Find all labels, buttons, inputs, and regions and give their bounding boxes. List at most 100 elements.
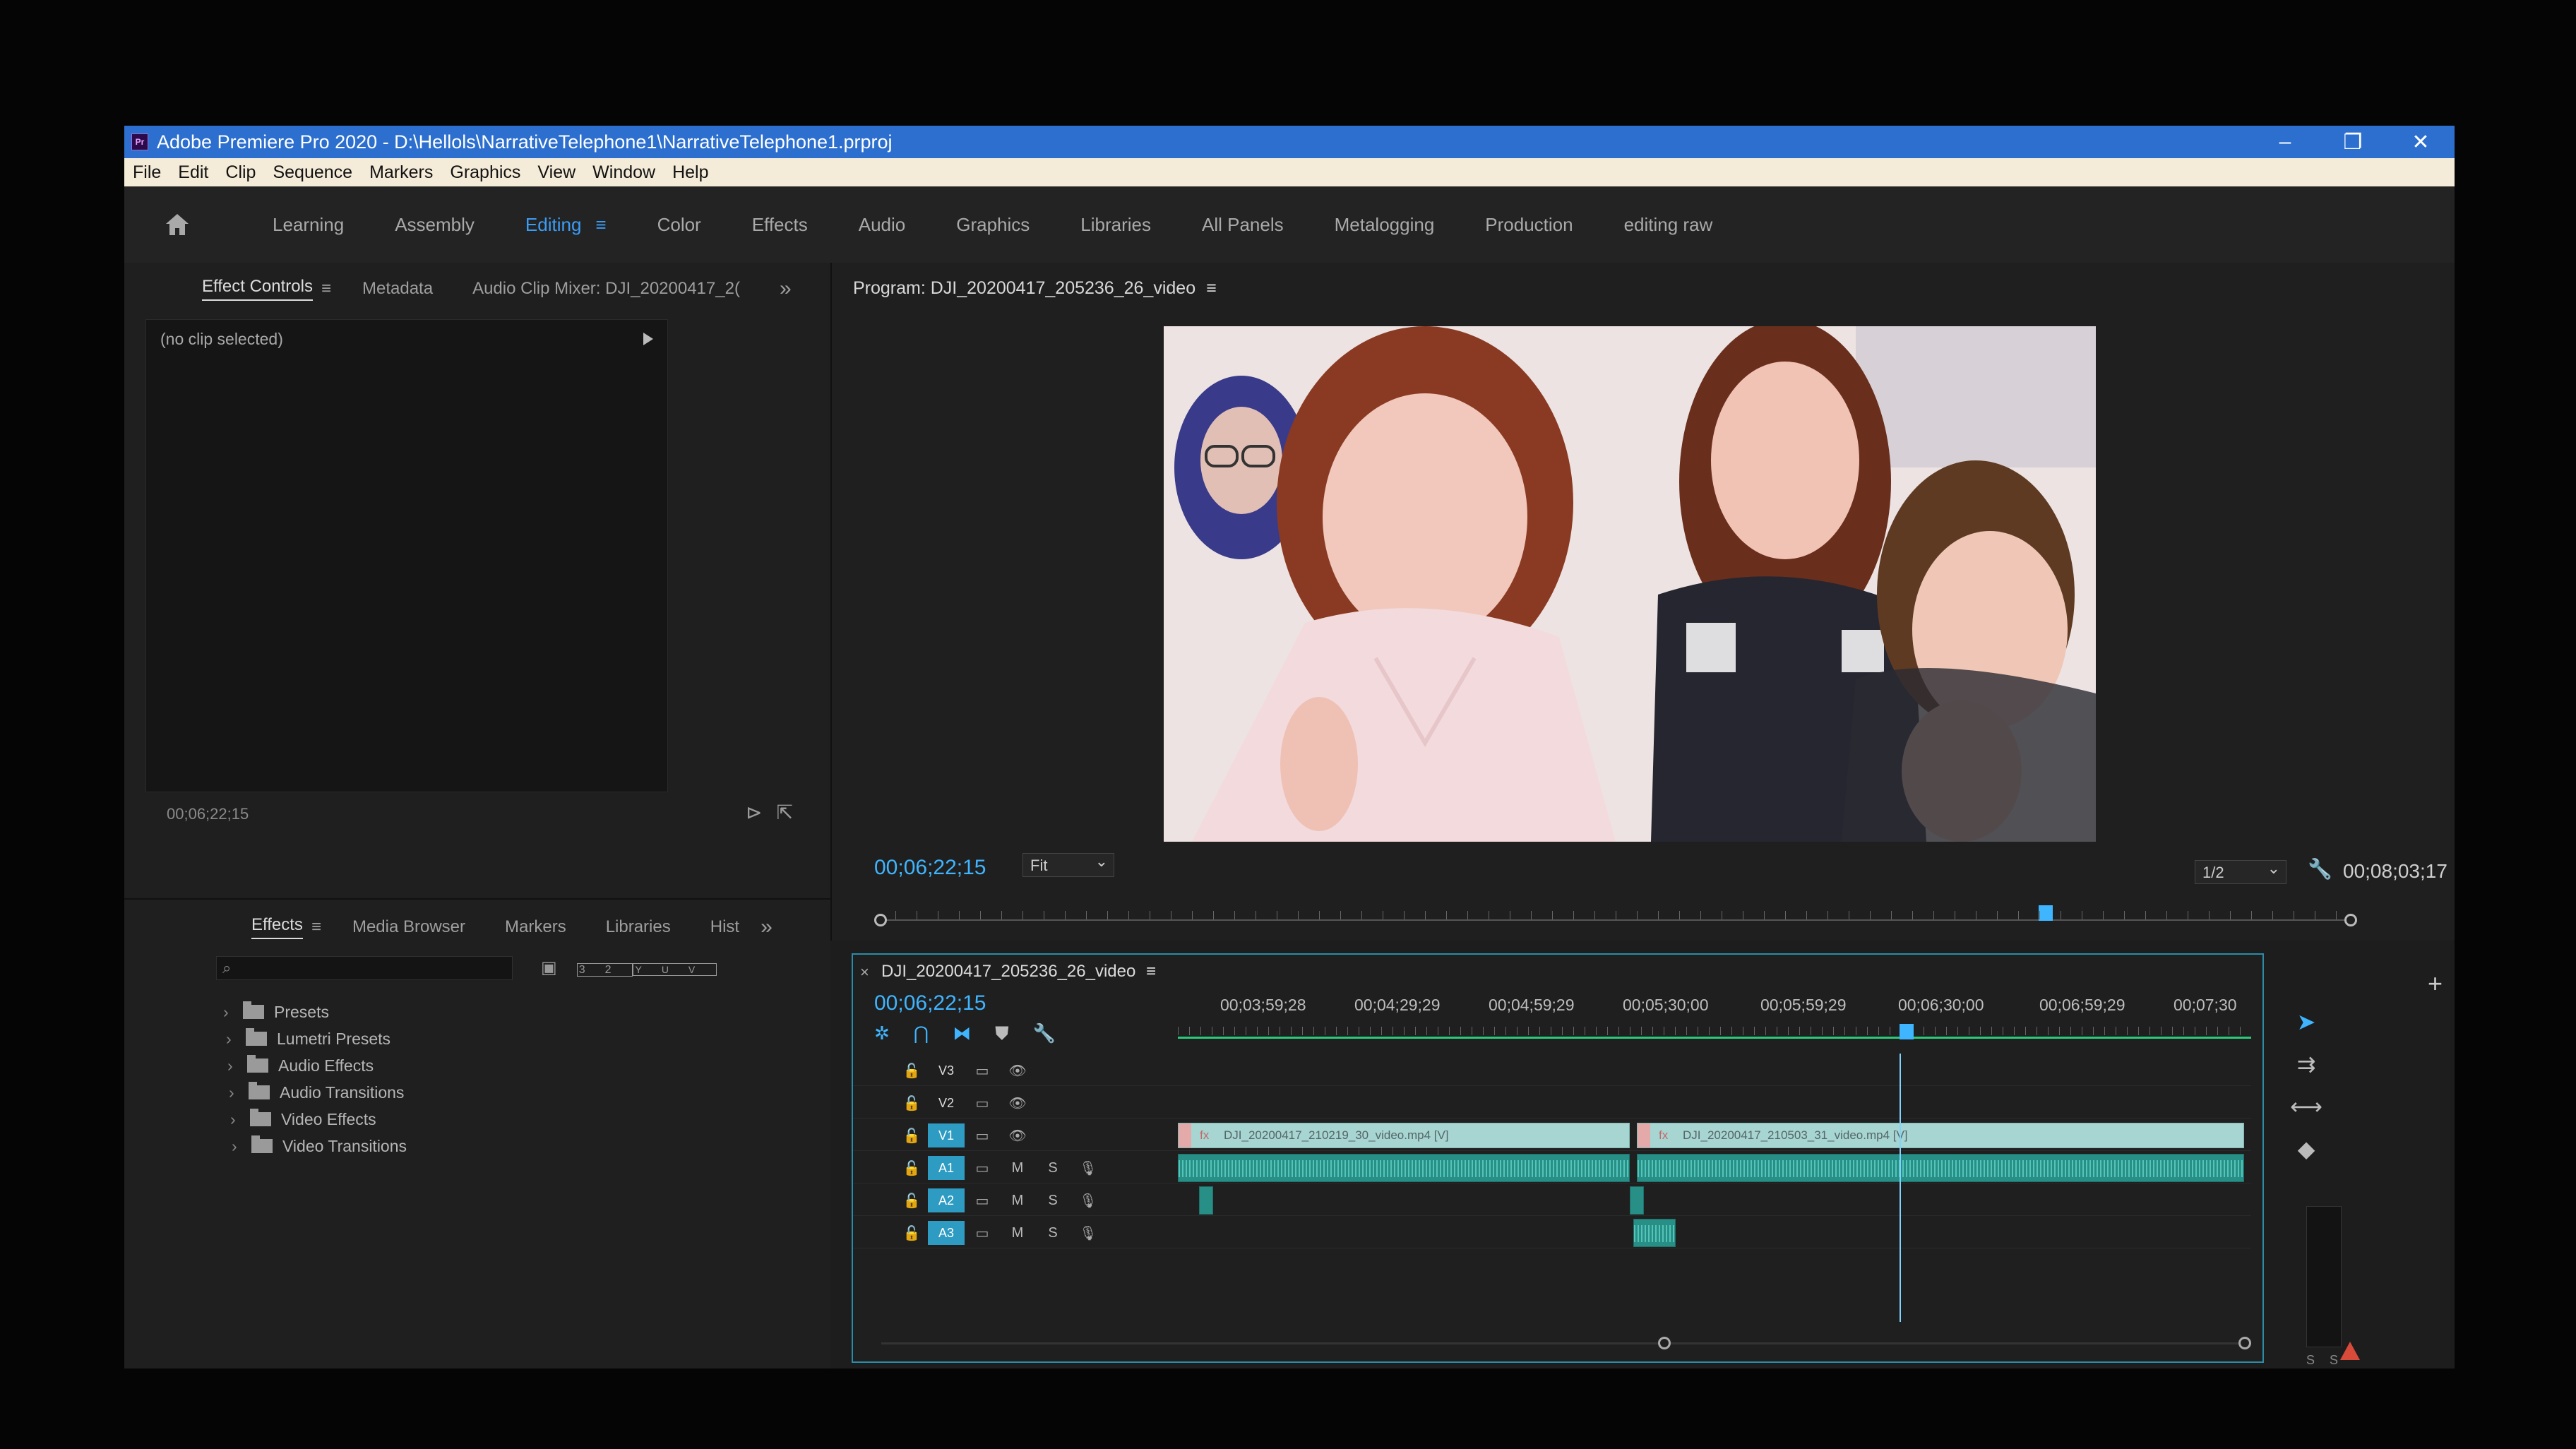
timeline-settings-icon[interactable]: 🔧 — [1033, 1022, 1080, 1044]
track-name[interactable]: V3 — [928, 1059, 965, 1083]
track-name[interactable]: V1 — [928, 1123, 965, 1147]
program-menu-icon[interactable]: ≡ — [1206, 278, 1217, 298]
zoom-select[interactable]: Fit — [1022, 852, 1114, 877]
track-name[interactable]: A2 — [928, 1188, 965, 1212]
workspace-audio[interactable]: Audio — [859, 214, 906, 236]
sync-lock-icon[interactable]: ▭ — [965, 1095, 1000, 1112]
menu-file[interactable]: File — [124, 162, 169, 183]
track-lane[interactable] — [1178, 1216, 2244, 1248]
tree-item-audio-transitions[interactable]: › Audio Transitions — [229, 1079, 407, 1106]
video-clip[interactable]: fx DJI_20200417_210503_31_video.mp4 [V] — [1637, 1123, 2244, 1148]
tab-audio-clip-mixer[interactable]: Audio Clip Mixer: DJI_20200417_2( — [472, 279, 740, 299]
workspace-color[interactable]: Color — [657, 214, 701, 236]
yuv-effects-icon[interactable]: YUV — [633, 963, 717, 976]
tab-effect-controls[interactable]: Effect Controls — [202, 277, 313, 301]
microphone-icon[interactable]: 🎙 — [1071, 1159, 1106, 1177]
audio-clip[interactable] — [1178, 1154, 1630, 1182]
workspace-menu-icon[interactable]: ≡ — [595, 214, 606, 236]
sync-lock-icon[interactable]: ▭ — [965, 1224, 1000, 1242]
workspace-assembly[interactable]: Assembly — [395, 214, 475, 236]
workspace-editing[interactable]: Editing — [525, 214, 582, 236]
workspace-editing-raw[interactable]: editing raw — [1624, 214, 1713, 236]
tab-effects[interactable]: Effects — [251, 915, 303, 939]
sync-lock-icon[interactable]: ▭ — [965, 1127, 1000, 1145]
lock-icon[interactable]: 🔓 — [895, 1159, 928, 1177]
workspace-production[interactable]: Production — [1485, 214, 1573, 236]
add-marker-icon[interactable]: ⛊ — [995, 1022, 1033, 1044]
menu-clip[interactable]: Clip — [217, 162, 264, 183]
chevron-right-icon[interactable]: › — [230, 1110, 250, 1129]
more-panels-icon[interactable]: » — [780, 277, 792, 301]
solo-button[interactable]: S — [1035, 1160, 1071, 1176]
export-icon[interactable]: ⇱ — [776, 801, 806, 823]
chevron-right-icon[interactable]: › — [226, 1030, 246, 1049]
button-editor-plus-icon[interactable]: + — [2428, 969, 2443, 998]
solo-button[interactable]: S — [1035, 1193, 1071, 1209]
menu-view[interactable]: View — [529, 162, 584, 183]
menu-edit[interactable]: Edit — [169, 162, 217, 183]
track-lane[interactable] — [1178, 1183, 2244, 1216]
work-area-bar[interactable] — [1178, 1037, 2251, 1039]
track-select-tool-icon[interactable]: ⇉ — [2297, 1051, 2316, 1078]
timeline-ruler[interactable]: 00;03;59;28 00;04;29;29 00;04;59;29 00;0… — [1178, 990, 2251, 1046]
menu-graphics[interactable]: Graphics — [441, 162, 529, 183]
eye-icon[interactable]: 👁 — [1000, 1127, 1035, 1145]
effects-tab-menu-icon[interactable]: ≡ — [311, 917, 321, 937]
ripple-edit-tool-icon[interactable]: ⟷ — [2290, 1093, 2322, 1120]
workspace-libraries[interactable]: Libraries — [1080, 214, 1151, 236]
track-lane[interactable] — [1178, 1151, 2244, 1183]
scrollbar-handle-left[interactable] — [1658, 1337, 1671, 1349]
chevron-right-icon[interactable]: › — [223, 1003, 243, 1022]
chevron-right-icon[interactable]: › — [229, 1083, 249, 1102]
audio-clip[interactable] — [1637, 1154, 2244, 1182]
chevron-right-icon[interactable]: › — [232, 1137, 251, 1156]
menu-window[interactable]: Window — [584, 162, 664, 183]
lock-icon[interactable]: 🔓 — [895, 1127, 928, 1145]
sync-lock-icon[interactable]: ▭ — [965, 1062, 1000, 1080]
sequence-tab[interactable]: DJI_20200417_205236_26_video ≡ — [881, 962, 1156, 982]
32bit-effects-icon[interactable]: 32 — [576, 963, 633, 977]
timeline-horizontal-scrollbar[interactable] — [881, 1336, 2251, 1350]
minimize-button[interactable]: – — [2251, 126, 2319, 158]
settings-wrench-icon[interactable]: 🔧 — [2308, 857, 2332, 881]
lock-icon[interactable]: 🔓 — [895, 1062, 928, 1080]
scrubber-end-handle[interactable] — [2344, 914, 2357, 926]
scrollbar-handle-right[interactable] — [2238, 1337, 2251, 1349]
mute-button[interactable]: M — [1000, 1225, 1035, 1241]
nest-icon[interactable]: ✲ — [874, 1022, 914, 1044]
tab-metadata[interactable]: Metadata — [362, 279, 433, 299]
audio-clip[interactable] — [1199, 1186, 1213, 1215]
linked-selection-icon[interactable]: ⧓ — [953, 1022, 995, 1044]
mute-button[interactable]: M — [1000, 1193, 1035, 1209]
video-clip[interactable]: fx DJI_20200417_210219_30_video.mp4 [V] — [1178, 1123, 1630, 1148]
expand-triangle-icon[interactable] — [643, 333, 653, 345]
workspace-effects[interactable]: Effects — [752, 214, 808, 236]
lock-icon[interactable]: 🔓 — [895, 1224, 928, 1242]
tree-item-presets[interactable]: › Presets — [223, 998, 407, 1025]
mute-button[interactable]: M — [1000, 1160, 1035, 1176]
tree-item-lumetri-presets[interactable]: › Lumetri Presets — [226, 1025, 407, 1052]
workspace-graphics[interactable]: Graphics — [956, 214, 1030, 236]
program-playhead[interactable] — [2039, 905, 2053, 921]
track-lane[interactable]: fx DJI_20200417_210219_30_video.mp4 [V] … — [1178, 1119, 2244, 1151]
program-timecode[interactable]: 00;06;22;15 — [874, 856, 986, 880]
track-lane[interactable] — [1178, 1054, 2244, 1086]
menu-help[interactable]: Help — [664, 162, 717, 183]
timeline-playhead[interactable] — [1900, 1024, 1914, 1039]
home-icon[interactable] — [153, 213, 202, 237]
solo-button[interactable]: S — [1035, 1225, 1071, 1241]
timeline-timecode[interactable]: 00;06;22;15 — [874, 991, 986, 1015]
track-name[interactable]: A1 — [928, 1156, 965, 1180]
tree-item-video-effects[interactable]: › Video Effects — [230, 1106, 407, 1133]
tab-menu-icon[interactable]: ≡ — [321, 279, 331, 299]
effects-more-icon[interactable]: » — [761, 915, 773, 939]
lock-icon[interactable]: 🔓 — [895, 1192, 928, 1210]
scrubber-start-handle[interactable] — [874, 914, 887, 926]
microphone-icon[interactable]: 🎙 — [1071, 1192, 1106, 1210]
track-name[interactable]: V2 — [928, 1091, 965, 1115]
snap-magnet-icon[interactable]: ⋂ — [914, 1022, 953, 1044]
tab-libraries[interactable]: Libraries — [606, 917, 671, 937]
close-sequence-icon[interactable]: × — [860, 963, 869, 982]
selection-tool-icon[interactable]: ➤ — [2297, 1008, 2316, 1035]
microphone-icon[interactable]: 🎙 — [1071, 1224, 1106, 1242]
